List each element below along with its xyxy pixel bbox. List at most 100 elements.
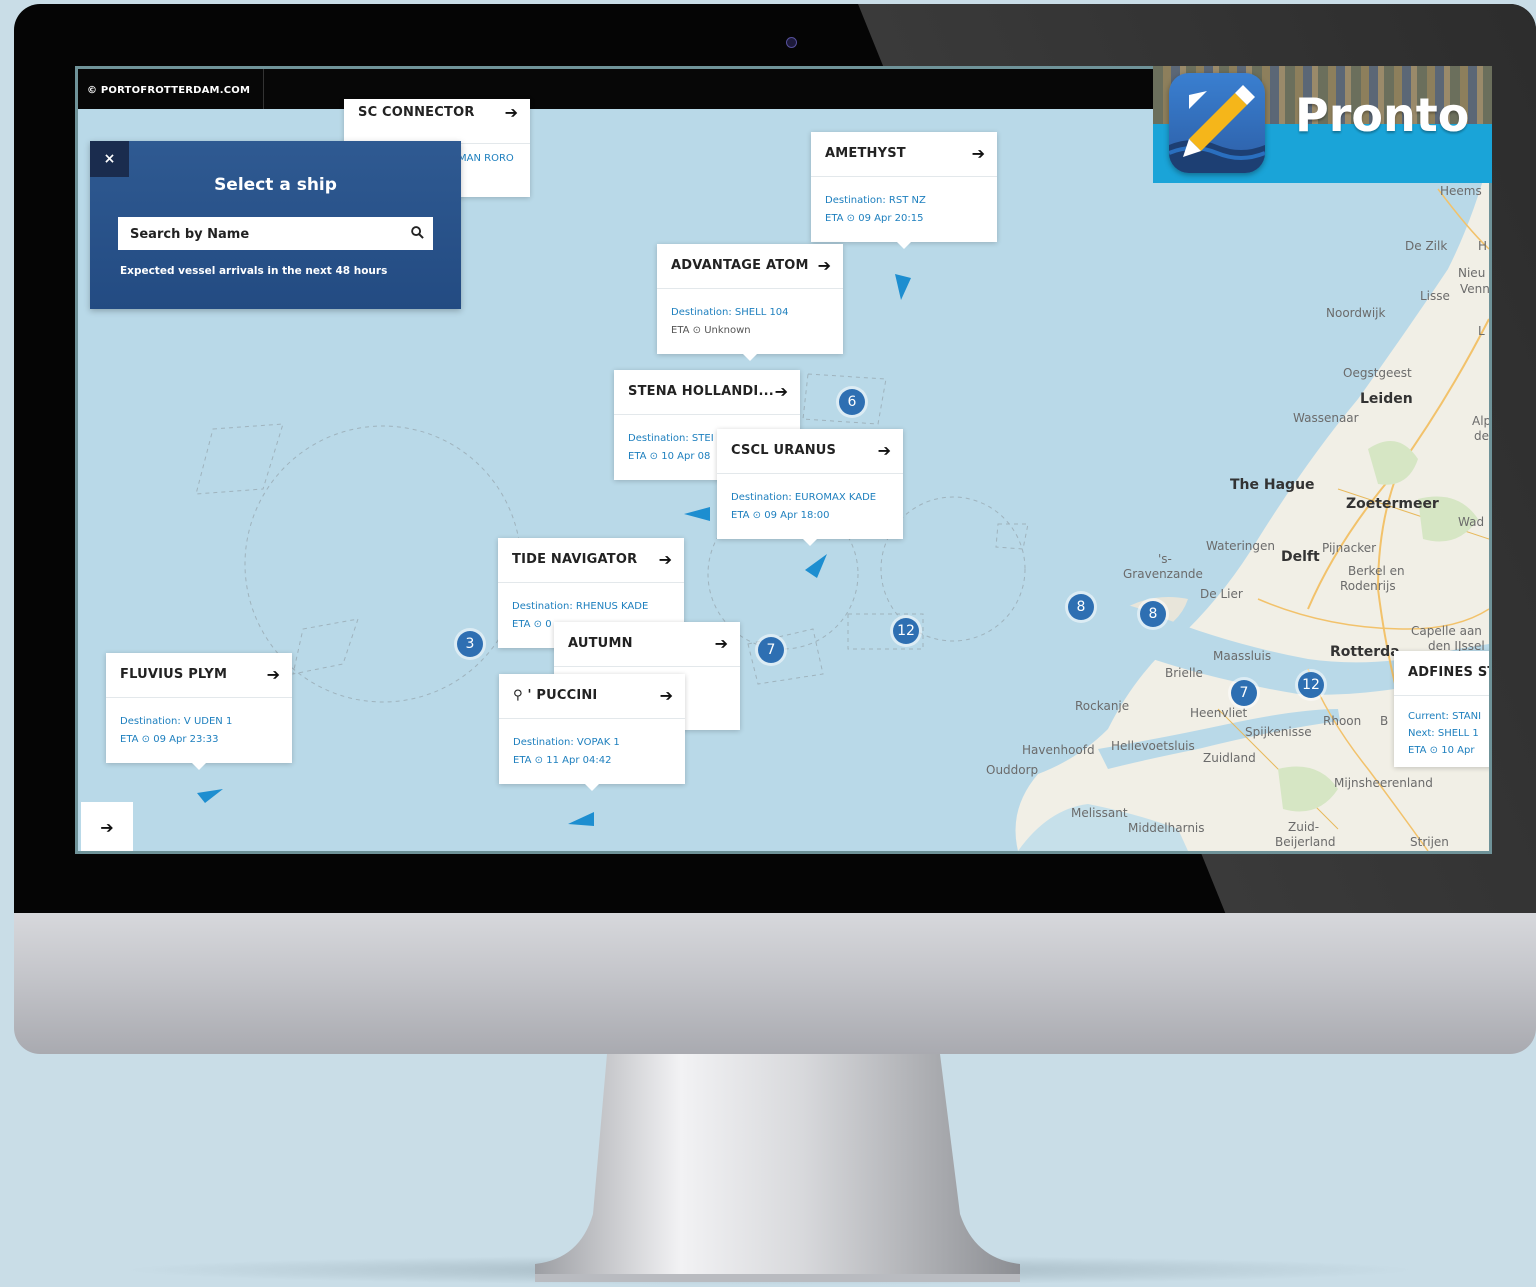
ship-current: Current: STANI (1408, 711, 1482, 722)
place-label: Alp (1472, 414, 1492, 428)
ship-eta: ETA ⊙ 11 Apr 04:42 (513, 755, 612, 766)
place-label: Rockanje (1075, 699, 1130, 713)
ship-marker[interactable] (197, 789, 223, 803)
arrow-right-icon[interactable]: ➔ (878, 441, 891, 460)
ship-name: TIDE NAVIGATOR (512, 552, 638, 567)
place-label: B (1380, 714, 1389, 728)
screen: © PORTOFROTTERDAM.COM Heems De Zilk H Ni… (75, 66, 1492, 854)
place-label: Pijnacker (1322, 541, 1377, 555)
search-box (118, 217, 433, 252)
arrow-right-icon[interactable]: ➔ (267, 665, 280, 684)
place-label: Havenhoofd (1022, 743, 1095, 757)
place-label: Wateringen (1206, 539, 1276, 553)
cluster-marker[interactable]: 7 (1231, 680, 1257, 706)
place-label: Heenvliet (1190, 706, 1248, 720)
place-label: Gravenzande (1123, 567, 1203, 581)
pronto-logo: Pronto (1153, 66, 1492, 183)
cluster-marker[interactable]: 8 (1140, 601, 1166, 627)
ship-next: Next: SHELL 1 (1408, 728, 1479, 739)
place-label: H (1478, 239, 1488, 253)
place-label: Middelharnis (1128, 821, 1205, 835)
ship-info: MAN RORO (458, 153, 514, 164)
place-label: Melissant (1071, 806, 1128, 820)
cluster-marker[interactable]: 12 (1298, 672, 1324, 698)
ship-card[interactable]: FLUVIUS PLYM ➔ Destination: V UDEN 1 ETA … (106, 653, 292, 770)
place-label: Zoetermeer (1346, 496, 1439, 512)
cluster-marker[interactable]: 12 (893, 618, 919, 644)
ship-name: ⚲ ' PUCCINI (513, 688, 598, 703)
pronto-app-icon (1169, 73, 1265, 173)
ship-card[interactable]: ⚲ ' PUCCINI ➔ Destination: VOPAK 1 ETA ⊙ … (499, 674, 685, 791)
expand-sidebar-button[interactable]: ➔ (81, 802, 133, 851)
place-label: 's- (1158, 552, 1172, 566)
ship-destination: Destination: EUROMAX KADE (731, 492, 877, 503)
ship-name: AMETHYST (825, 146, 906, 161)
place-label: Venn (1460, 282, 1490, 296)
place-label: Nieu (1458, 266, 1486, 280)
arrow-right-icon[interactable]: ➔ (972, 144, 985, 163)
place-label: Wassenaar (1293, 411, 1359, 425)
ship-name: AUTUMN (568, 636, 633, 651)
place-label: Strijen (1410, 835, 1449, 849)
place-label: Noordwijk (1326, 306, 1386, 320)
ship-marker[interactable] (805, 554, 827, 578)
place-label: Heems (1440, 184, 1482, 198)
cluster-marker[interactable]: 8 (1068, 594, 1094, 620)
ship-name: SC CONNECTOR (358, 105, 475, 120)
ship-name: FLUVIUS PLYM (120, 667, 228, 682)
place-label: De Lier (1200, 587, 1243, 601)
cluster-marker[interactable]: 7 (758, 637, 784, 663)
monitor-stand (535, 1054, 1020, 1282)
ship-destination: Destination: SHELL 104 (671, 307, 789, 318)
place-label: Hellevoetsluis (1111, 739, 1195, 753)
panel-title: Select a ship (214, 175, 337, 195)
place-label: L (1478, 324, 1485, 338)
ship-eta: ETA ⊙ 10 Apr (1408, 745, 1475, 756)
arrow-right-icon[interactable]: ➔ (818, 256, 831, 275)
ship-marker[interactable] (895, 274, 911, 300)
ship-eta: ETA ⊙ 10 Apr 08 (628, 451, 711, 462)
place-label: Rodenrijs (1340, 579, 1396, 593)
place-label: Zuid- (1288, 820, 1320, 834)
ship-card[interactable]: AMETHYST ➔ Destination: RST NZ ETA ⊙ 09 A… (811, 132, 997, 249)
place-label: Maassluis (1213, 649, 1272, 663)
ship-name: STENA HOLLANDI... (628, 384, 774, 399)
place-label: Leiden (1360, 391, 1413, 407)
place-label: de (1474, 429, 1489, 443)
arrow-right-icon[interactable]: ➔ (660, 686, 673, 705)
arrow-right-icon[interactable]: ➔ (715, 634, 728, 653)
site-label[interactable]: © PORTOFROTTERDAM.COM (87, 85, 250, 96)
ship-destination: Destination: V UDEN 1 (120, 716, 233, 727)
ship-destination: Destination: STEI (628, 433, 714, 444)
select-ship-panel: × Select a ship Expected vessel arrivals… (90, 141, 461, 309)
place-label: Brielle (1165, 666, 1203, 680)
arrow-right-icon[interactable]: ➔ (775, 382, 788, 401)
ship-destination: Destination: VOPAK 1 (513, 737, 620, 748)
place-label: Oegstgeest (1343, 366, 1412, 380)
search-icon[interactable] (411, 226, 424, 239)
ship-card[interactable]: ADVANTAGE ATOM ➔ Destination: SHELL 104 E… (657, 244, 843, 361)
ship-marker[interactable] (684, 507, 710, 521)
place-label: Zuidland (1203, 751, 1256, 765)
place-label: Spijkenisse (1245, 725, 1312, 739)
ship-name: CSCL URANUS (731, 443, 837, 458)
ship-eta: ETA ⊙ 09 Apr 18:00 (731, 510, 830, 521)
ship-destination: Destination: RHENUS KADE (512, 601, 649, 612)
arrow-right-icon[interactable]: ➔ (505, 103, 518, 122)
close-button[interactable]: × (90, 141, 129, 177)
search-input[interactable] (128, 217, 402, 252)
ship-eta: ETA ⊙ 09 Apr 20:15 (825, 213, 924, 224)
arrow-right-icon[interactable]: ➔ (659, 550, 672, 569)
cluster-marker[interactable]: 6 (839, 389, 865, 415)
ship-card[interactable]: CSCL URANUS ➔ Destination: EUROMAX KADE E… (717, 429, 903, 546)
ship-marker[interactable] (568, 812, 594, 826)
ship-card[interactable]: ADFINES ST Current: STANI Next: SHELL 1 … (1394, 651, 1489, 767)
place-label: Wad (1458, 515, 1485, 529)
place-label: Ouddorp (986, 763, 1039, 777)
cluster-marker[interactable]: 3 (457, 631, 483, 657)
place-label: The Hague (1230, 477, 1315, 493)
ship-eta: ETA ⊙ 0 (512, 619, 552, 630)
place-label: Beijerland (1275, 835, 1336, 849)
ship-eta: ETA ⊙ Unknown (671, 325, 751, 336)
place-label: Berkel en (1348, 564, 1405, 578)
